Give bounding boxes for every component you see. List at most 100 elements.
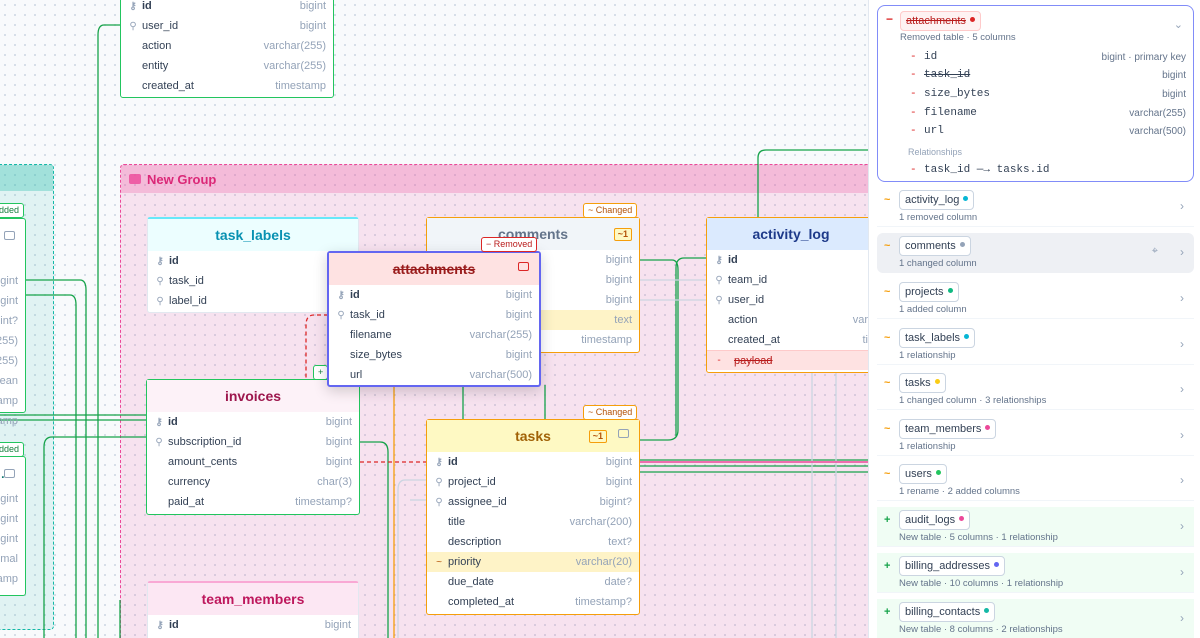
table-header[interactable]: team_members <box>148 583 358 615</box>
table-header[interactable]: attachments <box>329 253 539 285</box>
table-chip[interactable]: attachments <box>900 11 981 31</box>
table-tasks[interactable]: tasks ~1 ⚷ id bigint ⚲ project_id bigint ⚲ as… <box>426 419 640 615</box>
change-item-tasks[interactable]: ~ tasks 1 changed column · 3 relationships… <box>877 370 1194 410</box>
table-row[interactable]: created_at ti <box>707 330 868 350</box>
relationships-label: Relationships <box>908 147 963 157</box>
table-row[interactable]: ⚲ subscription_id bigint <box>147 432 359 452</box>
removed-relationship[interactable]: - task_id —→ tasks.id <box>910 161 1186 179</box>
diagram-canvas[interactable]: New Group ⚷ id bigint ⚲ user_id bigint a… <box>0 0 868 638</box>
table-chip[interactable]: team_members <box>899 419 997 439</box>
table-row[interactable]: created_at timestamp <box>121 76 333 96</box>
table-row[interactable]: ⚲ assignee_id bigint? <box>427 492 639 512</box>
change-item-comments[interactable]: ~ comments 1 changed column ⌖ › <box>877 233 1194 273</box>
focus-icon[interactable]: ⌖ <box>1152 245 1158 258</box>
change-item-header[interactable]: − attachments Removed table · 5 columns … <box>878 6 1193 46</box>
table-header[interactable]: task_labels <box>148 219 358 251</box>
table-chip[interactable]: audit_logs <box>899 510 971 530</box>
change-item-audit-logs[interactable]: + audit_logs New table · 5 columns · 1 rel… <box>877 507 1194 547</box>
changed-badge: ~ Changed <box>583 203 638 218</box>
table-row[interactable]: title varchar(200) <box>427 512 639 532</box>
table-chip[interactable]: billing_addresses <box>899 556 1005 576</box>
table-row[interactable]: entity varchar(255) <box>121 56 333 76</box>
table-chip[interactable]: comments <box>899 236 971 256</box>
change-item-activity-log[interactable]: ~ activity_log 1 removed column › <box>877 187 1194 227</box>
table-row[interactable]: ⚷ id <box>707 250 868 270</box>
table-chip[interactable]: projects <box>899 282 959 302</box>
table-row[interactable]: action var <box>707 310 868 330</box>
table-row[interactable]: currency char(3) <box>147 472 359 492</box>
removed-column[interactable]: - task_id bigint <box>910 66 1186 84</box>
note-icon[interactable] <box>518 262 529 271</box>
table-row[interactable]: size_bytes bigint <box>329 345 539 365</box>
table-row-removed[interactable]: - payload <box>707 350 868 370</box>
chevron-right-icon[interactable]: › <box>1180 565 1184 579</box>
note-icon[interactable] <box>4 231 15 240</box>
table-left-2[interactable]: … bigint bigint bigint imal amp <box>0 456 26 596</box>
table-team-members[interactable]: team_members ⚷ id bigint <box>147 581 359 638</box>
foreign-key-icon: ⚲ <box>337 309 345 321</box>
chevron-right-icon[interactable]: › <box>1180 337 1184 351</box>
foreign-key-icon: ⚲ <box>715 294 723 306</box>
table-chip[interactable]: billing_contacts <box>899 602 996 622</box>
table-header[interactable]: activity_log <box>707 218 868 250</box>
change-item-billing-contacts[interactable]: + billing_contacts New table · 8 columns ·… <box>877 599 1194 638</box>
table-row[interactable]: ⚲ user_id bigint <box>121 16 333 36</box>
table-row[interactable]: ⚷ id bigint <box>148 615 358 635</box>
table-invoices[interactable]: invoices ⚷ id bigint ⚲ subscription_id bigin… <box>146 379 360 515</box>
changes-panel[interactable]: − attachments Removed table · 5 columns … <box>868 0 1200 638</box>
chevron-right-icon[interactable]: › <box>1180 428 1184 442</box>
change-item-users[interactable]: ~ users 1 rename · 2 added columns › <box>877 461 1194 501</box>
removed-column[interactable]: - filename varchar(255) <box>910 104 1186 122</box>
removed-column[interactable]: - url varchar(500) <box>910 122 1186 140</box>
table-title: team_members <box>201 591 305 607</box>
change-item-team-members[interactable]: ~ team_members 1 relationship › <box>877 416 1194 456</box>
table-row[interactable]: ⚲ team_id <box>707 270 868 290</box>
table-row[interactable]: due_date date? <box>427 572 639 592</box>
change-item-billing-addresses[interactable]: + billing_addresses New table · 10 columns… <box>877 553 1194 593</box>
chevron-right-icon[interactable]: › <box>1180 382 1184 396</box>
table-row[interactable]: ⚲ project_id bigint <box>427 472 639 492</box>
chevron-right-icon[interactable]: › <box>1180 611 1184 625</box>
chevron-right-icon[interactable]: › <box>1180 473 1184 487</box>
table-chip[interactable]: activity_log <box>899 190 975 210</box>
table-left-1[interactable]: bigint bigint bigint? (255) (255) lean a… <box>0 218 26 427</box>
change-symbol: + <box>884 560 891 572</box>
table-row[interactable]: ⚷ id bigint <box>147 412 359 432</box>
chevron-right-icon[interactable]: › <box>1180 245 1184 259</box>
note-icon[interactable] <box>618 429 629 438</box>
table-row[interactable]: ⚷ id bigint <box>329 285 539 305</box>
table-header[interactable]: tasks <box>427 420 639 452</box>
table-chip[interactable]: users <box>899 464 947 484</box>
table-audit[interactable]: ⚷ id bigint ⚲ user_id bigint action varchar(2… <box>120 0 334 98</box>
change-item-task-labels[interactable]: ~ task_labels 1 relationship › <box>877 325 1194 365</box>
table-row[interactable]: filename varchar(255) <box>329 325 539 345</box>
change-item-expanded[interactable]: − attachments Removed table · 5 columns … <box>877 5 1194 182</box>
removed-symbol: − <box>886 12 894 26</box>
chevron-right-icon[interactable]: › <box>1180 199 1184 213</box>
removed-column[interactable]: - id bigint · primary key <box>910 48 1186 66</box>
table-row[interactable]: completed_at timestamp? <box>427 592 639 612</box>
table-chip[interactable]: tasks <box>899 373 946 393</box>
table-activity-log[interactable]: activity_log ⚷ id ⚲ team_id ⚲ user_id actio… <box>706 217 868 373</box>
note-icon[interactable] <box>4 469 15 478</box>
table-row-changed[interactable]: ~ priority varchar(20) <box>427 552 639 572</box>
table-row[interactable]: paid_at timestamp? <box>147 492 359 512</box>
table-row[interactable]: ⚲ user_id <box>707 290 868 310</box>
removed-column[interactable]: - size_bytes bigint <box>910 85 1186 103</box>
chevron-right-icon[interactable]: › <box>1180 291 1184 305</box>
changed-badge: ~ Changed <box>583 405 638 420</box>
table-row[interactable]: action varchar(255) <box>121 36 333 56</box>
chevron-down-icon[interactable]: ⌄ <box>1174 18 1183 31</box>
key-icon: ⚷ <box>435 456 443 468</box>
table-row[interactable]: description text? <box>427 532 639 552</box>
table-row[interactable]: ⚷ id bigint <box>427 452 639 472</box>
table-chip[interactable]: task_labels <box>899 328 976 348</box>
chevron-right-icon[interactable]: › <box>1180 519 1184 533</box>
table-row[interactable]: amount_cents bigint <box>147 452 359 472</box>
table-row[interactable]: ⚷ id bigint <box>121 0 333 16</box>
table-attachments[interactable]: attachments ⚷ id bigint ⚲ task_id bigint fil… <box>327 251 541 387</box>
change-item-projects[interactable]: ~ projects 1 added column › <box>877 279 1194 319</box>
table-row[interactable]: ⚲ task_id bigint <box>329 305 539 325</box>
table-row[interactable]: url varchar(500) <box>329 365 539 385</box>
color-dot <box>934 379 940 384</box>
